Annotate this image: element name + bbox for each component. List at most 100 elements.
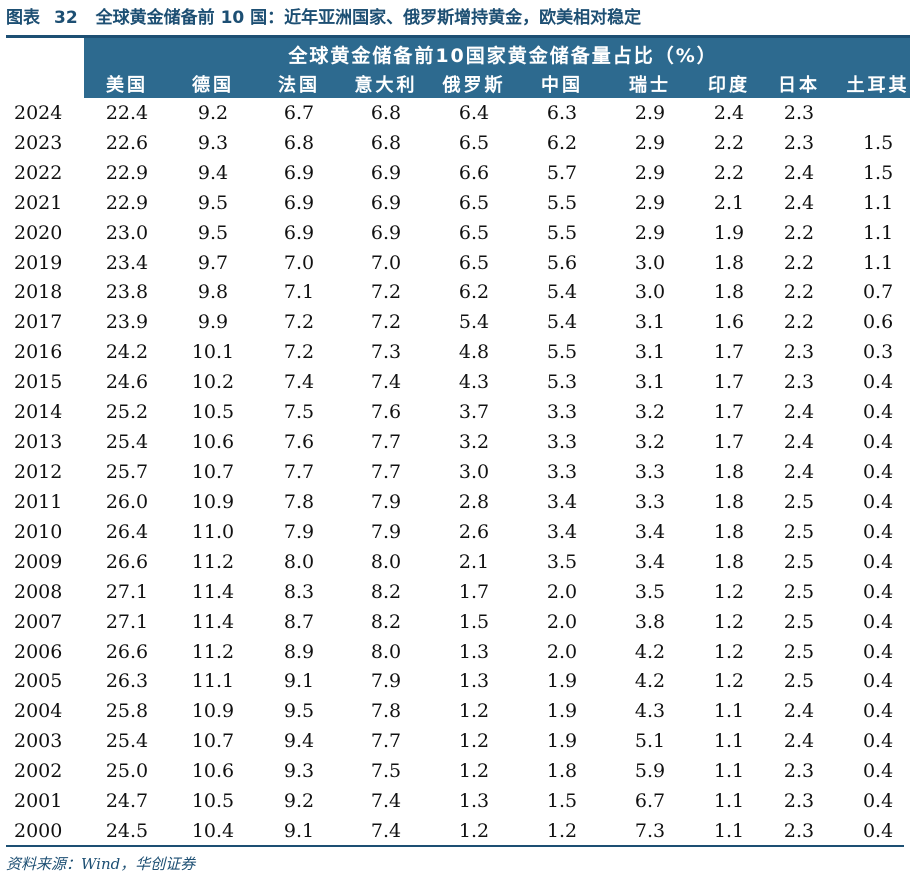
value-cell: 3.4	[546, 520, 578, 543]
value-cell: 6.3	[546, 101, 578, 124]
value-cell: 6.2	[458, 281, 490, 304]
value-cell: 6.8	[283, 131, 315, 154]
value-cell: 9.9	[197, 311, 229, 334]
year-cell: 2000	[14, 820, 63, 843]
value-cell: 1.8	[546, 760, 578, 783]
year-cell: 2013	[14, 431, 63, 454]
value-cell: 2.3	[783, 790, 815, 813]
value-cell: 5.5	[546, 341, 578, 364]
value-cell: 10.6	[191, 760, 235, 783]
value-cell: 2.9	[634, 131, 666, 154]
table-row: 2020 23.0 9.5 6.9 6.9 6.5 5.5 2.9 1.9 2.2 1.1	[6, 218, 910, 248]
value-cell: 11.0	[191, 520, 235, 543]
year-cell: 2018	[14, 281, 63, 304]
value-cell: 1.2	[713, 580, 745, 603]
value-cell: 5.1	[634, 730, 666, 753]
column-header: 印度	[694, 70, 764, 98]
value-cell: 7.2	[283, 341, 315, 364]
value-cell: 24.7	[105, 790, 149, 813]
value-cell: 7.0	[370, 251, 402, 274]
column-header: 法国	[256, 70, 342, 98]
value-cell: 10.9	[191, 490, 235, 513]
value-cell: 25.8	[105, 700, 149, 723]
value-cell: 1.5	[458, 610, 490, 633]
value-cell: 7.6	[283, 431, 315, 454]
value-cell: 2.2	[783, 251, 815, 274]
value-cell: 22.6	[105, 131, 149, 154]
value-cell: 1.7	[713, 431, 745, 454]
value-cell: 1.3	[458, 640, 490, 663]
value-cell: 1.5	[546, 790, 578, 813]
value-cell: 2.5	[783, 670, 815, 693]
value-cell: 2.5	[783, 580, 815, 603]
value-cell: 5.5	[546, 191, 578, 214]
value-cell: 2.9	[634, 161, 666, 184]
value-cell: 2.2	[783, 221, 815, 244]
value-cell: 0.4	[862, 820, 894, 843]
bottom-divider	[6, 845, 904, 847]
value-cell: 5.4	[458, 311, 490, 334]
value-cell: 3.5	[634, 580, 666, 603]
value-cell: 8.9	[283, 640, 315, 663]
value-cell: 7.9	[370, 520, 402, 543]
value-cell: 10.2	[191, 371, 235, 394]
year-cell: 2011	[14, 490, 63, 513]
value-cell: 2.4	[783, 461, 815, 484]
value-cell: 4.2	[634, 640, 666, 663]
value-cell: 6.9	[370, 221, 402, 244]
value-cell: 2.4	[713, 101, 745, 124]
value-cell: 1.9	[546, 700, 578, 723]
value-cell: 8.2	[370, 610, 402, 633]
year-cell: 2019	[14, 251, 63, 274]
year-cell: 2016	[14, 341, 63, 364]
value-cell: 9.5	[283, 700, 315, 723]
table-row: 2021 22.9 9.5 6.9 6.9 6.5 5.5 2.9 2.1 2.4 1.1	[6, 188, 910, 218]
figure-label: 图表	[6, 8, 40, 28]
year-cell: 2022	[14, 161, 63, 184]
column-header: 德国	[170, 70, 256, 98]
year-cell: 2001	[14, 790, 63, 813]
value-cell: 1.8	[713, 490, 745, 513]
value-cell: 10.5	[191, 401, 235, 424]
value-cell: 25.4	[105, 730, 149, 753]
value-cell: 0.4	[862, 610, 894, 633]
table-row: 2002 25.0 10.6 9.3 7.5 1.2 1.8 5.9 1.1 2.3 0.4	[6, 756, 910, 786]
value-cell: 26.6	[105, 640, 149, 663]
value-cell: 10.9	[191, 700, 235, 723]
value-cell: 2.5	[783, 490, 815, 513]
value-cell: 2.2	[713, 161, 745, 184]
value-cell: 1.1	[713, 730, 745, 753]
value-cell: 2.1	[458, 550, 490, 573]
table-row: 2001 24.7 10.5 9.2 7.4 1.3 1.5 6.7 1.1 2.3 0.4	[6, 786, 910, 816]
value-cell: 6.4	[458, 101, 490, 124]
value-cell: 6.6	[458, 161, 490, 184]
value-cell: 0.4	[862, 550, 894, 573]
value-cell: 6.5	[458, 251, 490, 274]
value-cell: 7.6	[370, 401, 402, 424]
value-cell: 5.6	[546, 251, 578, 274]
value-cell: 2.9	[634, 101, 666, 124]
value-cell: 11.2	[191, 550, 235, 573]
value-cell: 4.3	[634, 700, 666, 723]
value-cell: 0.4	[862, 461, 894, 484]
value-cell: 1.2	[713, 670, 745, 693]
value-cell: 10.4	[191, 820, 235, 843]
year-cell: 2006	[14, 640, 63, 663]
year-cell: 2023	[14, 131, 63, 154]
value-cell: 7.4	[370, 371, 402, 394]
value-cell: 9.4	[197, 161, 229, 184]
value-cell: 7.7	[370, 431, 402, 454]
value-cell: 3.2	[634, 401, 666, 424]
value-cell: 26.0	[105, 490, 149, 513]
value-cell: 1.1	[713, 700, 745, 723]
table-row: 2007 27.1 11.4 8.7 8.2 1.5 2.0 3.8 1.2 2.5 0.4	[6, 607, 910, 637]
value-cell: 8.0	[370, 550, 402, 573]
value-cell: 1.7	[713, 401, 745, 424]
year-cell: 2008	[14, 580, 63, 603]
value-cell: 3.5	[546, 550, 578, 573]
value-cell: 1.8	[713, 461, 745, 484]
value-cell: 6.9	[283, 161, 315, 184]
value-cell: 10.1	[191, 341, 235, 364]
year-cell: 2021	[14, 191, 63, 214]
column-header: 日本	[764, 70, 834, 98]
